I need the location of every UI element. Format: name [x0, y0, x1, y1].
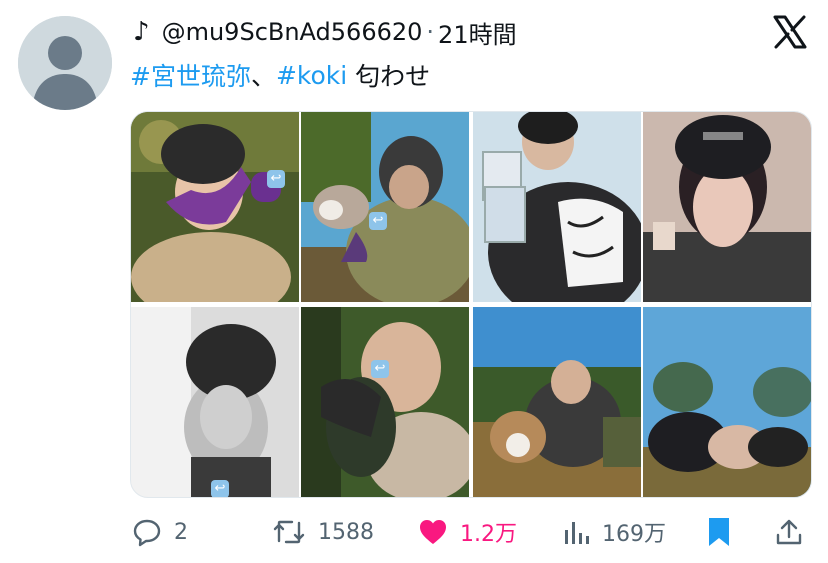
tweet-text: #宮世琉弥 、 #koki 匂わせ — [130, 56, 430, 94]
bookmark-icon — [709, 518, 729, 546]
like-button[interactable]: 1.2万 — [418, 512, 517, 552]
hashtag-link[interactable]: #宮世琉弥 — [130, 57, 251, 93]
retweet-count: 1588 — [318, 519, 374, 545]
photo-leather-jacket-cards — [473, 112, 641, 302]
photo-hug-dog — [301, 307, 469, 497]
media-image-right[interactable] — [473, 112, 811, 497]
media-grid[interactable]: ↩ ↩ ↩ ↩ — [130, 111, 812, 498]
photo-lying-grass — [643, 307, 811, 497]
views-count: 169万 — [602, 522, 666, 547]
retweet-icon — [273, 520, 305, 544]
views-button[interactable]: 169万 — [562, 512, 666, 552]
bookmark-button[interactable] — [706, 512, 732, 552]
action-bar: 2 1588 1.2万 169万 — [0, 512, 828, 552]
reply-button[interactable]: 2 — [132, 512, 188, 552]
photo-beanie-purple-scarf — [131, 112, 299, 302]
photo-bw-beanie — [131, 307, 299, 497]
text-comma: 、 — [250, 62, 276, 91]
header-separator: · — [426, 18, 435, 46]
like-count: 1.2万 — [460, 522, 517, 547]
media-image-left[interactable]: ↩ ↩ ↩ ↩ — [131, 112, 469, 497]
x-logo-icon[interactable] — [770, 12, 810, 52]
retweet-button[interactable]: 1588 — [272, 512, 374, 552]
photo-black-beanie-closeup — [643, 112, 811, 302]
alt-badge[interactable]: ↩ — [369, 212, 387, 230]
views-icon — [565, 522, 589, 544]
user-handle[interactable]: @mu9ScBnAd566620 — [162, 18, 423, 46]
avatar-placeholder-icon — [18, 16, 112, 110]
reply-icon — [133, 519, 161, 547]
music-note-icon: ♪ — [133, 17, 150, 47]
tweet-header: ♪ @mu9ScBnAd566620 · 21時間 — [133, 14, 517, 50]
reply-count: 2 — [174, 519, 188, 545]
heart-icon — [420, 520, 446, 544]
share-button[interactable] — [774, 512, 804, 552]
alt-badge[interactable]: ↩ — [267, 170, 285, 188]
alt-badge[interactable]: ↩ — [211, 480, 229, 497]
hashtag-link[interactable]: #koki — [276, 61, 347, 90]
tweet-card[interactable]: ♪ @mu9ScBnAd566620 · 21時間 #宮世琉弥 、 #koki … — [0, 0, 828, 563]
tweet-timestamp[interactable]: 21時間 — [438, 15, 517, 50]
alt-badge[interactable]: ↩ — [371, 360, 389, 378]
text-body: 匂わせ — [347, 62, 431, 91]
photo-dog-field — [473, 307, 641, 497]
avatar[interactable] — [18, 16, 112, 110]
photo-dog-green-jacket — [301, 112, 469, 302]
share-icon — [776, 519, 802, 545]
